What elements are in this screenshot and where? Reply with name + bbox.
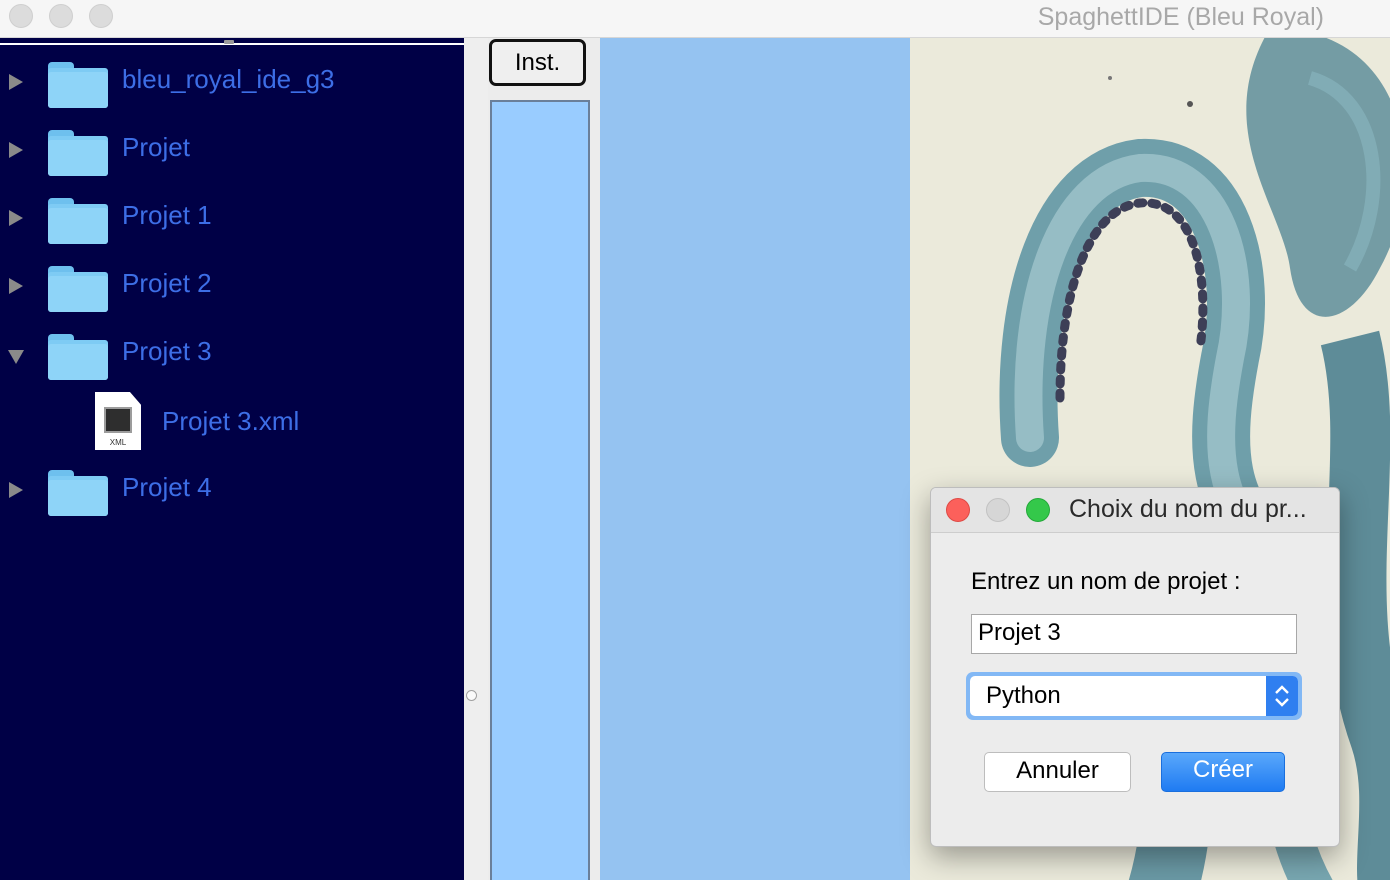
folder-icon bbox=[48, 470, 108, 516]
project-name-input[interactable]: Projet 3 bbox=[971, 614, 1297, 654]
inst-button[interactable]: Inst. bbox=[489, 39, 586, 86]
tree-item-projet-4[interactable]: Projet 4 bbox=[0, 456, 464, 524]
tree-item-label: bleu_royal_ide_g3 bbox=[122, 64, 335, 94]
language-select-value: Python bbox=[986, 682, 1061, 709]
tree-item-projet-2[interactable]: Projet 2 bbox=[0, 252, 464, 320]
xml-file-icon: XML bbox=[95, 392, 141, 450]
cancel-button[interactable]: Annuler bbox=[984, 752, 1131, 792]
tree-item-label: Projet 3.xml bbox=[162, 406, 300, 436]
disclosure-triangle-icon[interactable] bbox=[9, 210, 23, 226]
tree-item-projet-3[interactable]: Projet 3 bbox=[0, 320, 464, 388]
dialog-close-button[interactable] bbox=[946, 498, 970, 522]
disclosure-triangle-icon[interactable] bbox=[9, 278, 23, 294]
folder-icon bbox=[48, 130, 108, 176]
tree-item-label: Projet 3 bbox=[122, 336, 212, 366]
close-window-button[interactable] bbox=[9, 4, 33, 28]
window-titlebar: SpaghettIDE (Bleu Royal) bbox=[0, 0, 1390, 38]
tree-resize-handle[interactable] bbox=[224, 40, 234, 44]
dialog-minimize-button[interactable] bbox=[986, 498, 1010, 522]
folder-icon bbox=[48, 198, 108, 244]
disclosure-triangle-icon[interactable] bbox=[9, 482, 23, 498]
split-pane-knob[interactable] bbox=[466, 690, 477, 701]
tree-item-projet[interactable]: Projet bbox=[0, 116, 464, 184]
select-arrows-icon bbox=[1266, 676, 1298, 716]
dialog-titlebar: Choix du nom du pr... bbox=[931, 488, 1339, 533]
tree-item-projet-1[interactable]: Projet 1 bbox=[0, 184, 464, 252]
project-name-prompt: Entrez un nom de projet : bbox=[971, 568, 1241, 595]
project-name-dialog: Choix du nom du pr... Entrez un nom de p… bbox=[930, 487, 1340, 847]
instructions-panel[interactable] bbox=[490, 100, 590, 880]
tree-item-projet-3-xml[interactable]: XML Projet 3.xml bbox=[0, 382, 464, 450]
folder-icon bbox=[48, 62, 108, 108]
tree-item-label: Projet 4 bbox=[122, 472, 212, 502]
folder-icon bbox=[48, 266, 108, 312]
disclosure-triangle-open-icon[interactable] bbox=[8, 350, 24, 364]
language-select[interactable]: Python bbox=[966, 672, 1302, 720]
dialog-zoom-button[interactable] bbox=[1026, 498, 1050, 522]
create-button[interactable]: Créer bbox=[1161, 752, 1285, 792]
editor-area[interactable] bbox=[600, 38, 910, 880]
tree-item-label: Projet bbox=[122, 132, 190, 162]
dialog-title: Choix du nom du pr... bbox=[1069, 495, 1307, 523]
disclosure-triangle-icon[interactable] bbox=[9, 142, 23, 158]
folder-icon bbox=[48, 334, 108, 380]
tree-item-bleu-royal-ide-g3[interactable]: bleu_royal_ide_g3 bbox=[0, 48, 464, 116]
window-title: SpaghettIDE (Bleu Royal) bbox=[1037, 3, 1324, 31]
xml-file-icon-caption: XML bbox=[109, 438, 127, 447]
zoom-window-button[interactable] bbox=[89, 4, 113, 28]
disclosure-triangle-icon[interactable] bbox=[9, 74, 23, 90]
tree-item-label: Projet 2 bbox=[122, 268, 212, 298]
tree-item-label: Projet 1 bbox=[122, 200, 212, 230]
minimize-window-button[interactable] bbox=[49, 4, 73, 28]
split-pane-divider[interactable] bbox=[464, 38, 488, 880]
